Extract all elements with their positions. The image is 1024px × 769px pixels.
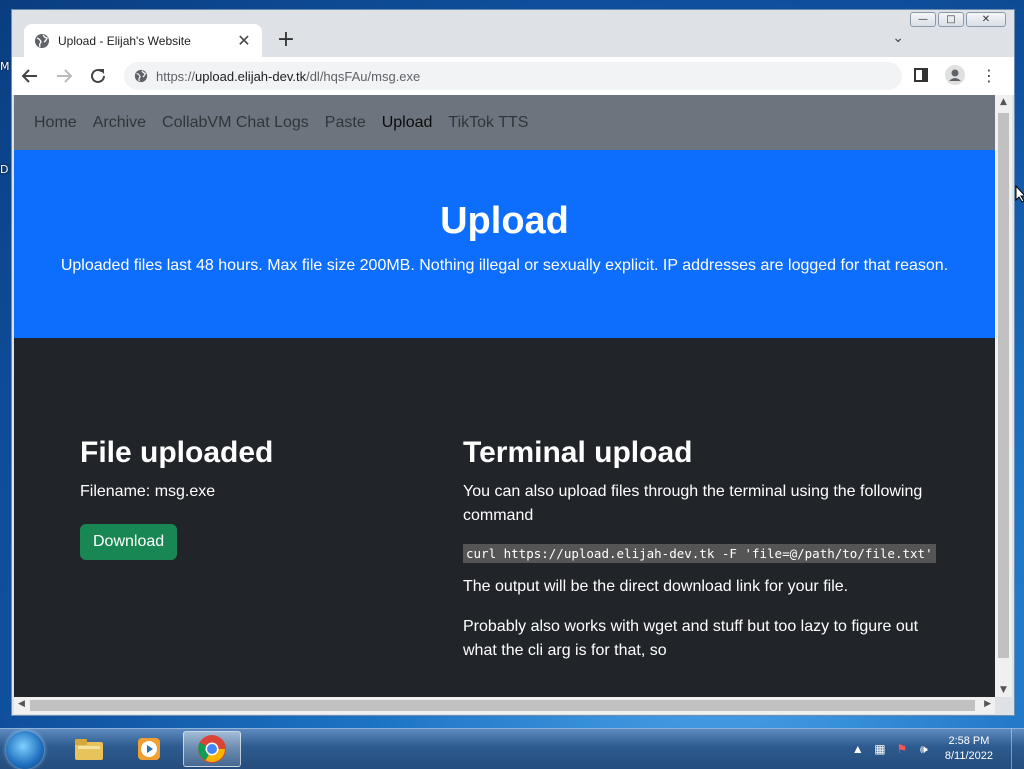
file-uploaded-section: File uploaded Filename: msg.exe Download [80,436,410,560]
kebab-menu-icon[interactable]: ⋮ [978,64,1000,86]
clock-date: 8/11/2022 [944,750,993,762]
scroll-right-icon[interactable]: ▶ [984,699,991,709]
address-bar[interactable]: https://upload.elijah-dev.tk/dl/hqsFAu/m… [124,62,902,90]
nav-upload[interactable]: Upload [382,114,433,132]
mouse-cursor-icon [1015,185,1024,203]
desktop-icon-label-d[interactable]: D [0,163,8,176]
show-hidden-icons-icon[interactable]: ▲ [849,742,867,756]
terminal-upload-heading: Terminal upload [463,436,693,469]
site-navbar: Home Archive CollabVM Chat Logs Paste Up… [14,95,995,150]
nav-home[interactable]: Home [34,114,77,132]
desktop-icon-label-m[interactable]: M [0,60,10,73]
hero-banner: Upload Uploaded files last 48 hours. Max… [14,150,995,338]
wget-note: Probably also works with wget and stuff … [463,618,919,659]
scroll-down-icon[interactable]: ▼ [995,685,1012,695]
hero-subtitle: Uploaded files last 48 hours. Max file s… [60,257,949,274]
arrow-left-icon [21,69,37,83]
main-content: File uploaded Filename: msg.exe Download… [14,338,995,697]
nav-collabvm-chat-logs[interactable]: CollabVM Chat Logs [162,114,309,132]
browser-window: — □ ✕ Upload - Elijah's Website ✕ + ⌄ ht… [11,9,1015,716]
tab-close-icon[interactable]: ✕ [236,31,252,50]
reload-icon [91,68,105,83]
terminal-intro-text: You can also upload files through the te… [463,483,923,524]
network-icon[interactable]: ▦ [871,742,889,756]
filename-text: Filename: msg.exe [80,483,216,500]
globe-icon [35,33,49,48]
volume-icon[interactable]: 🕪 [915,742,933,757]
site-info-icon[interactable] [134,69,148,83]
forward-button[interactable] [48,60,80,92]
url-text: https://upload.elijah-dev.tk/dl/hqsFAu/m… [156,68,421,84]
start-button[interactable] [6,731,44,769]
show-desktop-button[interactable] [1011,729,1024,769]
vertical-scroll-thumb[interactable] [998,113,1009,658]
output-note: The output will be the direct download l… [463,578,849,595]
clock-time: 2:58 PM [948,735,990,747]
side-panel-icon[interactable] [910,64,932,86]
curl-command[interactable]: curl https://upload.elijah-dev.tk -F 'fi… [463,544,936,563]
chevron-down-icon[interactable]: ⌄ [892,30,904,46]
file-explorer-taskbar-icon[interactable] [60,731,118,767]
download-button[interactable]: Download [80,524,178,560]
system-tray: ▲ ▦ ⚑ 🕪 2:58 PM 8/11/2022 [849,729,1024,769]
reload-button[interactable] [82,60,114,92]
horizontal-scrollbar[interactable]: ◀ ▶ [14,697,995,714]
file-uploaded-heading: File uploaded [80,436,274,469]
vertical-scrollbar[interactable]: ▲ ▼ [995,95,1012,697]
nav-paste[interactable]: Paste [325,114,366,132]
back-button[interactable] [14,60,46,92]
nav-tiktok-tts[interactable]: TikTok TTS [448,114,528,132]
browser-toolbar: https://upload.elijah-dev.tk/dl/hqsFAu/m… [12,57,1014,95]
nav-archive[interactable]: Archive [93,114,146,132]
chrome-taskbar-icon[interactable] [183,731,241,767]
media-player-taskbar-icon[interactable] [120,731,178,767]
tab-upload[interactable]: Upload - Elijah's Website ✕ [24,24,262,57]
tab-title: Upload - Elijah's Website [58,33,191,48]
horizontal-scroll-thumb[interactable] [30,700,975,711]
new-tab-button[interactable]: + [274,28,298,52]
clock[interactable]: 2:58 PM 8/11/2022 [945,734,993,764]
page-viewport: Home Archive CollabVM Chat Logs Paste Up… [14,95,995,697]
taskbar: ▲ ▦ ⚑ 🕪 2:58 PM 8/11/2022 [0,728,1024,769]
page-title: Upload [440,200,569,242]
terminal-upload-section: Terminal upload You can also upload file… [463,436,953,679]
scroll-left-icon[interactable]: ◀ [18,699,25,709]
profile-avatar-icon[interactable] [944,64,966,86]
tab-strip: Upload - Elijah's Website ✕ + ⌄ [12,10,1014,57]
arrow-right-icon [57,69,73,83]
action-center-alert-icon[interactable]: ⚑ [893,742,911,756]
scroll-up-icon[interactable]: ▲ [995,97,1012,107]
